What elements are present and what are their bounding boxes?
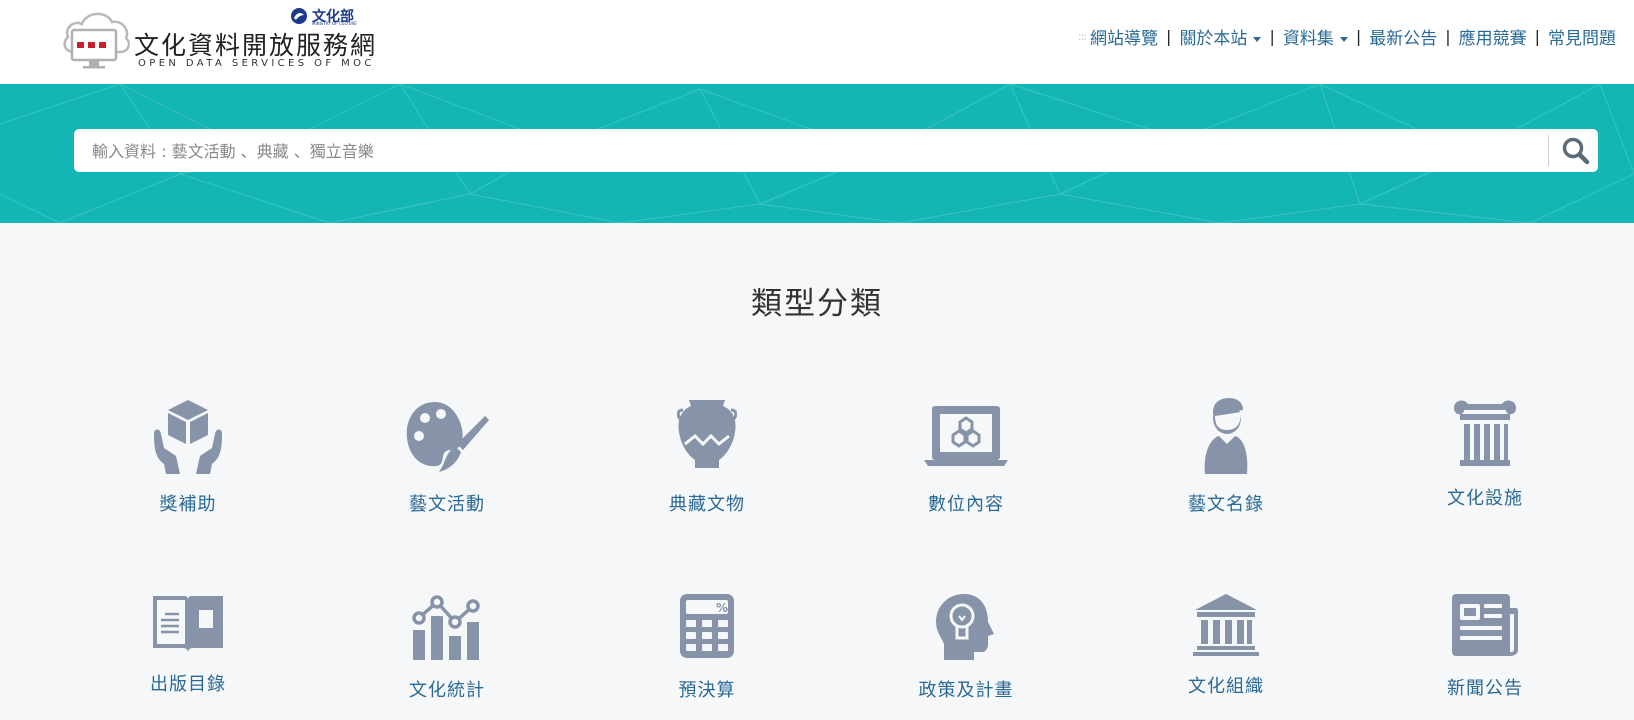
site-subtitle: OPEN DATA SERVICES OF MOC: [138, 58, 375, 69]
nav-site-map[interactable]: 網站導覽: [1090, 24, 1158, 49]
nav-faq[interactable]: 常見問題: [1548, 24, 1616, 49]
category-label: 出版目錄: [150, 674, 226, 695]
book-icon: [153, 596, 223, 652]
category-label: 文化設施: [1447, 488, 1523, 509]
nav-datasets-label: 資料集: [1282, 29, 1334, 49]
search-divider: [1548, 135, 1549, 166]
category-label: 新聞公告: [1447, 678, 1523, 699]
search-input[interactable]: [90, 129, 1534, 174]
category-statistics[interactable]: 文化統計: [347, 592, 547, 702]
nav-separator: |: [1355, 27, 1362, 46]
nav-datasets[interactable]: 資料集: [1283, 24, 1348, 49]
institution-icon: [1193, 594, 1259, 656]
category-label: 典藏文物: [669, 494, 745, 515]
nav-news[interactable]: 最新公告: [1369, 24, 1437, 49]
chart-icon: [412, 595, 480, 660]
category-label: 文化統計: [409, 680, 485, 701]
header: 文化資料開放服務網 OPEN DATA SERVICES OF MOC 文化部 …: [0, 0, 1634, 84]
caret-down-icon: [1253, 36, 1262, 42]
category-label: 獎補助: [159, 494, 217, 515]
column-icon: [1454, 400, 1516, 466]
palette-icon: [406, 402, 489, 472]
site-title: 文化資料開放服務網: [134, 31, 378, 60]
search-banner: [0, 84, 1634, 223]
svg-text:%: %: [716, 601, 728, 615]
category-digital-content[interactable]: 數位內容: [866, 398, 1066, 516]
ministry-emblem-icon: [291, 8, 307, 24]
calculator-icon: %: [680, 594, 734, 658]
category-policy-plans[interactable]: 政策及計畫: [866, 592, 1066, 702]
caret-down-icon: [1339, 36, 1348, 42]
category-label: 數位內容: [928, 494, 1004, 515]
hands-box-icon: [154, 400, 222, 474]
site-logo[interactable]: 文化資料開放服務網 OPEN DATA SERVICES OF MOC 文化部 …: [60, 6, 380, 78]
category-label: 預決算: [678, 680, 736, 701]
search-bar: [74, 129, 1598, 174]
newspaper-icon: [1452, 594, 1518, 656]
category-collections[interactable]: 典藏文物: [607, 398, 807, 516]
section-title: 類型分類: [751, 286, 883, 322]
head-bulb-icon: [936, 594, 994, 660]
ministry-small-label: MINISTRY OF CULTURE: [312, 21, 357, 26]
cloud-monitor-icon: [63, 12, 131, 69]
vase-icon: [677, 400, 737, 468]
nav-separator: |: [1166, 27, 1172, 46]
category-grants[interactable]: 獎補助: [88, 398, 288, 516]
category-label: 藝文活動: [409, 494, 485, 515]
category-cultural-organizations[interactable]: 文化組織: [1126, 592, 1326, 698]
nav-about-label: 關於本站: [1179, 29, 1248, 49]
category-arts-events[interactable]: 藝文活動: [347, 398, 547, 516]
category-arts-directory[interactable]: 藝文名錄: [1126, 398, 1326, 516]
nav-separator: |: [1534, 27, 1540, 46]
category-label: 藝文名錄: [1188, 494, 1264, 515]
nav-contest[interactable]: 應用競賽: [1459, 24, 1527, 49]
accesskey-dots[interactable]: :::: [1078, 30, 1087, 43]
top-nav: ::: 網站導覽 | 關於本站 | 資料集 | 最新公告 | 應用競賽 | 常見…: [1078, 24, 1616, 49]
category-cultural-facilities[interactable]: 文化設施: [1385, 398, 1585, 510]
person-icon: [1204, 398, 1248, 474]
search-icon[interactable]: [1560, 135, 1592, 167]
nav-separator: |: [1445, 27, 1451, 46]
nav-about[interactable]: 關於本站: [1179, 24, 1262, 49]
category-publications[interactable]: 出版目錄: [88, 592, 288, 696]
category-label: 文化組織: [1188, 676, 1264, 697]
category-label: 政策及計畫: [918, 680, 1014, 701]
laptop-icon: [924, 406, 1008, 466]
category-budget[interactable]: % 預決算: [607, 592, 807, 702]
nav-separator: |: [1269, 27, 1275, 46]
category-news[interactable]: 新聞公告: [1385, 592, 1585, 700]
